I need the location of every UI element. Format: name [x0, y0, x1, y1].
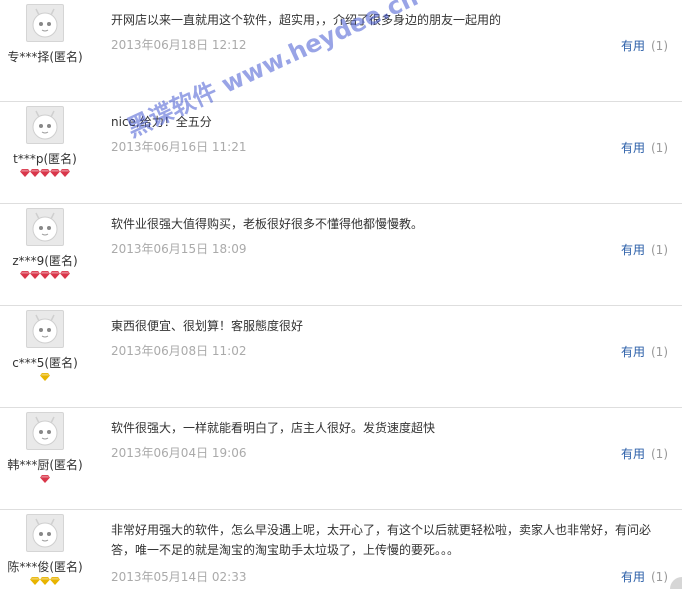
red-diamond-icon [40, 169, 50, 177]
red-diamond-icon [60, 169, 70, 177]
red-diamond-icon [30, 271, 40, 279]
review-date: 2013年06月16日 11:21 [111, 140, 247, 154]
useful-vote: 有用 (1) [621, 139, 668, 156]
useful-link[interactable]: 有用 [621, 243, 645, 257]
review-date: 2013年06月04日 19:06 [111, 446, 247, 460]
review-item: 陈***俊(匿名) 非常好用强大的软件，怎么早没遇上呢，太开心了，有这个以后就更… [0, 510, 682, 608]
credit-badges [0, 577, 90, 587]
review-item: t***p(匿名) nice,给力！全五分 2013年06月16日 11:21 … [0, 102, 682, 204]
useful-vote: 有用 (1) [621, 568, 668, 585]
review-list: 专***择(匿名) 开网店以来一直就用这个软件，超实用，，介绍了很多身边的朋友一… [0, 0, 682, 608]
useful-link[interactable]: 有用 [621, 39, 645, 53]
review-date: 2013年06月18日 12:12 [111, 38, 247, 52]
gold-diamond-icon [30, 577, 40, 585]
default-avatar-icon [32, 110, 58, 140]
default-avatar-icon [32, 518, 58, 548]
default-avatar-icon [32, 314, 58, 344]
review-text: 非常好用强大的软件，怎么早没遇上呢，太开心了，有这个以后就更轻松啦，卖家人也非常… [111, 523, 652, 557]
red-diamond-icon [40, 475, 50, 483]
review-text: 東西很便宜、很划算！客服態度很好 [111, 319, 304, 333]
red-diamond-icon [20, 271, 30, 279]
reviewer: 韩***厨(匿名) [0, 412, 90, 485]
useful-count: (1) [651, 447, 668, 461]
reviewer-name: c***5(匿名) [12, 356, 78, 370]
avatar[interactable] [26, 208, 64, 246]
useful-count: (1) [651, 141, 668, 155]
useful-count: (1) [651, 39, 668, 53]
credit-badges [0, 271, 90, 281]
useful-count: (1) [651, 345, 668, 359]
reviewer: 陈***俊(匿名) [0, 514, 90, 587]
credit-badges [0, 169, 90, 179]
useful-link[interactable]: 有用 [621, 141, 645, 155]
default-avatar-icon [32, 212, 58, 242]
useful-count: (1) [651, 243, 668, 257]
avatar[interactable] [26, 514, 64, 552]
avatar[interactable] [26, 412, 64, 450]
red-diamond-icon [60, 271, 70, 279]
review-date: 2013年06月15日 18:09 [111, 242, 247, 256]
review-item: 韩***厨(匿名) 软件很强大，一样就能看明白了，店主人很好。发货速度超快 20… [0, 408, 682, 510]
reviewer-name: z***9(匿名) [12, 254, 78, 268]
review-item: c***5(匿名) 東西很便宜、很划算！客服態度很好 2013年06月08日 1… [0, 306, 682, 408]
credit-badges [0, 373, 90, 383]
reviewer: 专***择(匿名) [0, 4, 90, 77]
gold-diamond-icon [40, 373, 50, 381]
reviewer: z***9(匿名) [0, 208, 90, 281]
useful-link[interactable]: 有用 [621, 447, 645, 461]
useful-link[interactable]: 有用 [621, 570, 645, 584]
useful-link[interactable]: 有用 [621, 345, 645, 359]
avatar[interactable] [26, 310, 64, 348]
avatar[interactable] [26, 4, 64, 42]
reviewer-name: 韩***厨(匿名) [7, 458, 83, 472]
credit-badges [0, 475, 90, 485]
review-item: z***9(匿名) 软件业很强大值得购买，老板很好很多不懂得他都慢慢教。 201… [0, 204, 682, 306]
review-date: 2013年05月14日 02:33 [111, 570, 247, 584]
reviewer-name: 陈***俊(匿名) [7, 560, 83, 574]
useful-vote: 有用 (1) [621, 37, 668, 54]
gold-diamond-icon [40, 577, 50, 585]
review-text: 软件业很强大值得购买，老板很好很多不懂得他都慢慢教。 [111, 217, 424, 231]
useful-vote: 有用 (1) [621, 241, 668, 258]
red-diamond-icon [50, 169, 60, 177]
gold-diamond-icon [50, 577, 60, 585]
useful-vote: 有用 (1) [621, 343, 668, 360]
credit-badges [0, 67, 90, 77]
reviewer: c***5(匿名) [0, 310, 90, 383]
reviewer-name: 专***择(匿名) [7, 50, 83, 64]
red-diamond-icon [40, 271, 50, 279]
reviewer: t***p(匿名) [0, 106, 90, 179]
review-date: 2013年06月08日 11:02 [111, 344, 247, 358]
review-text: nice,给力！全五分 [111, 115, 212, 129]
default-avatar-icon [32, 8, 58, 38]
red-diamond-icon [30, 169, 40, 177]
avatar[interactable] [26, 106, 64, 144]
default-avatar-icon [32, 416, 58, 446]
red-diamond-icon [50, 271, 60, 279]
review-item: 专***择(匿名) 开网店以来一直就用这个软件，超实用，，介绍了很多身边的朋友一… [0, 0, 682, 102]
red-diamond-icon [20, 169, 30, 177]
review-text: 软件很强大，一样就能看明白了，店主人很好。发货速度超快 [111, 421, 436, 435]
review-text: 开网店以来一直就用这个软件，超实用，，介绍了很多身边的朋友一起用的 [111, 13, 502, 27]
useful-vote: 有用 (1) [621, 445, 668, 462]
reviewer-name: t***p(匿名) [13, 152, 77, 166]
useful-count: (1) [651, 570, 668, 584]
